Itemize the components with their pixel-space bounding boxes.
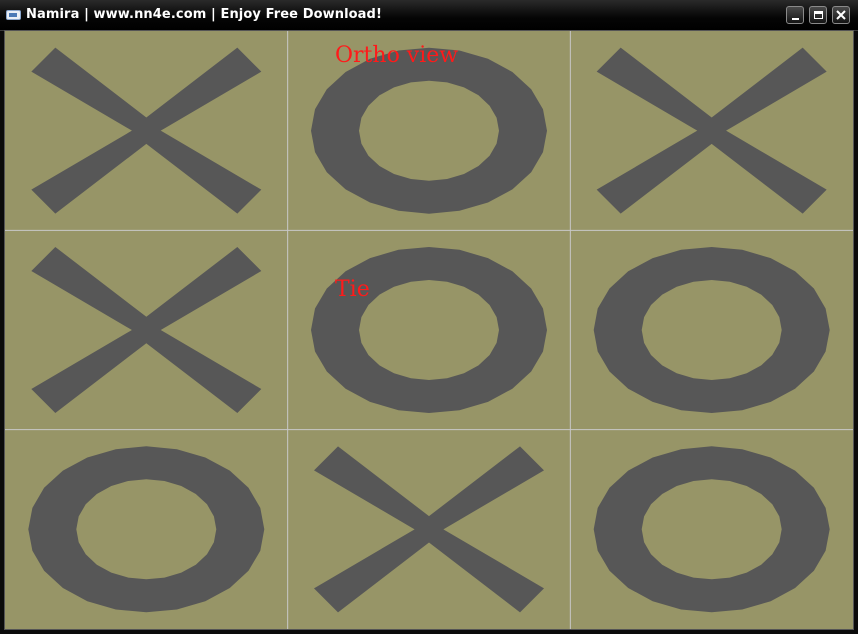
window-title: Namira | www.nn4e.com | Enjoy Free Downl…	[26, 7, 382, 22]
maximize-button[interactable]	[809, 6, 827, 24]
close-icon	[836, 10, 846, 20]
board-cell-0-2[interactable]	[570, 31, 853, 230]
view-mode-label: Ortho view	[335, 43, 459, 68]
title-bar[interactable]: Namira | www.nn4e.com | Enjoy Free Downl…	[0, 0, 858, 31]
board-cell-2-1[interactable]	[288, 430, 571, 629]
minimize-button[interactable]	[786, 6, 804, 24]
board-cell-1-1[interactable]	[288, 230, 571, 429]
tic-tac-toe-board[interactable]	[5, 31, 853, 629]
app-icon[interactable]	[6, 10, 21, 20]
board-cell-1-0[interactable]	[5, 230, 288, 429]
board-cell-2-2[interactable]	[570, 430, 853, 629]
minimize-icon	[791, 18, 799, 20]
game-window: Namira | www.nn4e.com | Enjoy Free Downl…	[0, 0, 858, 634]
board-cell-0-0[interactable]	[5, 31, 288, 230]
board-cell-2-0[interactable]	[5, 430, 288, 629]
close-button[interactable]	[832, 6, 850, 24]
board-cell-1-2[interactable]	[570, 230, 853, 429]
maximize-icon	[813, 11, 823, 19]
game-status-label: Tie	[335, 277, 370, 302]
game-viewport[interactable]: Ortho view Tie	[4, 30, 854, 630]
